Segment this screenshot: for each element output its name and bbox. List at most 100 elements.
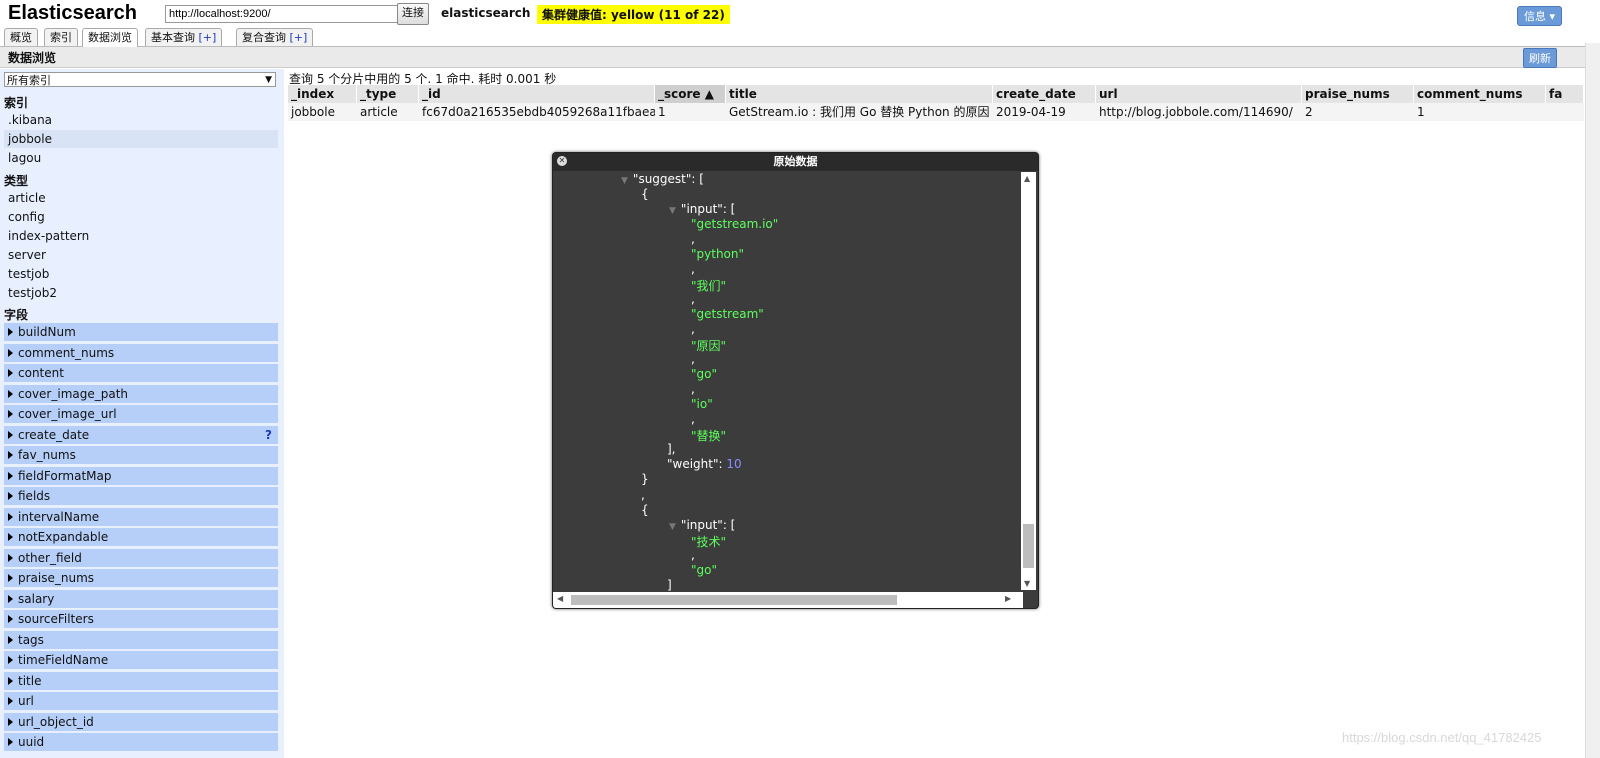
sidebar-type-item[interactable]: config: [4, 208, 278, 226]
sidebar-index-item[interactable]: jobbole: [4, 130, 278, 148]
sidebar-field-item[interactable]: create_date?: [4, 425, 278, 445]
dialog-horizontal-scrollbar[interactable]: ◀ ▶: [553, 592, 1023, 608]
sidebar-field-item[interactable]: title: [4, 671, 278, 691]
column-header[interactable]: _index: [288, 85, 357, 103]
expand-arrow-icon[interactable]: [8, 676, 13, 685]
json-string: "getstream.io": [691, 217, 779, 231]
expand-arrow-icon[interactable]: [8, 533, 13, 541]
sidebar-field-item[interactable]: salary: [4, 589, 278, 609]
dialog-vertical-scrollbar[interactable]: ▲ ▼: [1021, 172, 1036, 590]
sidebar-field-item[interactable]: comment_nums: [4, 343, 278, 363]
json-comma: ,: [691, 232, 695, 246]
table-cell: fc67d0a216535ebdb4059268a11fbaea: [422, 105, 655, 119]
sidebar-field-item[interactable]: cover_image_path: [4, 384, 278, 404]
tab-browser[interactable]: 数据浏览: [82, 28, 138, 47]
column-header[interactable]: praise_nums: [1302, 85, 1414, 103]
expand-arrow-icon[interactable]: [8, 697, 13, 705]
column-header-sorted[interactable]: _score ▲: [655, 85, 726, 103]
sidebar-type-item[interactable]: testjob: [4, 265, 278, 283]
sidebar-type-item[interactable]: index-pattern: [4, 227, 278, 245]
scroll-right-icon[interactable]: ▶: [1005, 594, 1011, 603]
cluster-url-input[interactable]: [165, 5, 403, 23]
column-header[interactable]: url: [1096, 85, 1302, 103]
sidebar-type-item[interactable]: article: [4, 189, 278, 207]
expand-arrow-icon[interactable]: [8, 656, 13, 664]
sidebar-field-item[interactable]: fav_nums: [4, 446, 278, 465]
column-header[interactable]: fa: [1546, 85, 1584, 103]
column-header[interactable]: create_date: [993, 85, 1096, 103]
expand-arrow-icon[interactable]: [8, 471, 13, 480]
tab-compound-query[interactable]: 复合查询 [+]: [236, 28, 314, 46]
connect-button[interactable]: 连接: [397, 3, 429, 25]
expand-arrow-icon[interactable]: [8, 328, 13, 336]
sidebar-field-item[interactable]: fieldFormatMap: [4, 466, 278, 486]
sidebar-type-item[interactable]: testjob2: [4, 284, 278, 302]
help-icon[interactable]: ?: [265, 426, 272, 445]
sidebar-field-item[interactable]: url_object_id: [4, 712, 278, 732]
expand-arrow-icon[interactable]: [8, 635, 13, 644]
refresh-button[interactable]: 刷新: [1523, 48, 1557, 68]
sidebar-index-item[interactable]: .kibana: [4, 111, 278, 129]
expand-arrow-icon[interactable]: [8, 348, 13, 357]
expand-arrow-icon[interactable]: [8, 717, 13, 726]
expand-arrow-icon[interactable]: [8, 615, 13, 623]
close-icon[interactable]: ✕: [557, 156, 567, 166]
tab-indices[interactable]: 索引: [44, 28, 78, 46]
expand-arrow-icon[interactable]: [8, 410, 13, 418]
add-tab-link[interactable]: [+]: [199, 31, 217, 44]
sidebar-index-item[interactable]: lagou: [4, 149, 278, 167]
json-line: ▼ "input": [: [669, 202, 735, 216]
table-cell: jobbole: [291, 105, 335, 119]
field-label: create_date: [18, 427, 90, 442]
expand-arrow-icon[interactable]: [8, 553, 13, 562]
expand-arrow-icon[interactable]: [8, 738, 13, 746]
json-comma: ,: [641, 488, 645, 502]
field-label: buildNum: [18, 325, 76, 339]
sidebar-field-item[interactable]: other_field: [4, 548, 278, 568]
index-select[interactable]: 所有索引 ▼: [4, 72, 276, 87]
expand-arrow-icon[interactable]: [8, 430, 13, 439]
expand-arrow-icon[interactable]: [8, 451, 13, 459]
scroll-up-icon[interactable]: ▲: [1024, 174, 1030, 183]
tab-basic-query[interactable]: 基本查询 [+]: [145, 28, 223, 46]
sidebar-field-item[interactable]: sourceFilters: [4, 610, 278, 629]
column-header[interactable]: comment_nums: [1414, 85, 1546, 103]
collapse-toggle-icon[interactable]: ▼: [669, 206, 676, 216]
expand-arrow-icon[interactable]: [8, 369, 13, 377]
sidebar-field-item[interactable]: buildNum: [4, 323, 278, 342]
column-header[interactable]: title: [726, 85, 993, 103]
expand-arrow-icon[interactable]: [8, 574, 13, 582]
scroll-thumb[interactable]: [1023, 524, 1034, 568]
collapse-toggle-icon[interactable]: ▼: [621, 176, 628, 186]
sidebar-field-item[interactable]: intervalName: [4, 507, 278, 527]
sidebar-field-item[interactable]: timeFieldName: [4, 651, 278, 670]
expand-arrow-icon[interactable]: [8, 492, 13, 500]
expand-arrow-icon[interactable]: [8, 594, 13, 603]
column-header[interactable]: _type: [357, 85, 419, 103]
table-row[interactable]: jobbole article fc67d0a216535ebdb4059268…: [288, 103, 1584, 121]
sidebar-type-item[interactable]: server: [4, 246, 278, 264]
sidebar-field-item[interactable]: tags: [4, 630, 278, 650]
tab-overview[interactable]: 概览: [4, 28, 38, 46]
scroll-left-icon[interactable]: ◀: [557, 594, 563, 603]
sidebar-field-item[interactable]: notExpandable: [4, 528, 278, 547]
sidebar-field-item[interactable]: fields: [4, 487, 278, 506]
sidebar-field-item[interactable]: praise_nums: [4, 569, 278, 588]
expand-arrow-icon[interactable]: [8, 512, 13, 521]
info-dropdown-button[interactable]: 信息 ▾: [1516, 6, 1562, 26]
collapse-toggle-icon[interactable]: ▼: [669, 522, 676, 532]
sidebar-field-item[interactable]: uuid: [4, 733, 278, 752]
sidebar-field-item[interactable]: url: [4, 692, 278, 711]
page-scrollbar[interactable]: [1585, 43, 1600, 758]
sidebar-field-item[interactable]: cover_image_url: [4, 405, 278, 424]
scroll-thumb[interactable]: [571, 595, 897, 605]
expand-arrow-icon[interactable]: [8, 389, 13, 398]
table-cell: GetStream.io : 我们用 Go 替换 Python 的原因: [729, 105, 990, 119]
column-header[interactable]: _id: [419, 85, 655, 103]
sidebar-field-item[interactable]: content: [4, 364, 278, 383]
table-cell: 1: [658, 105, 666, 119]
tab-bar: 概览 索引 数据浏览 基本查询 [+] 复合查询 [+]: [0, 27, 1600, 47]
scroll-down-icon[interactable]: ▼: [1024, 579, 1030, 588]
add-tab-link[interactable]: [+]: [290, 31, 308, 44]
field-label: title: [18, 673, 42, 688]
